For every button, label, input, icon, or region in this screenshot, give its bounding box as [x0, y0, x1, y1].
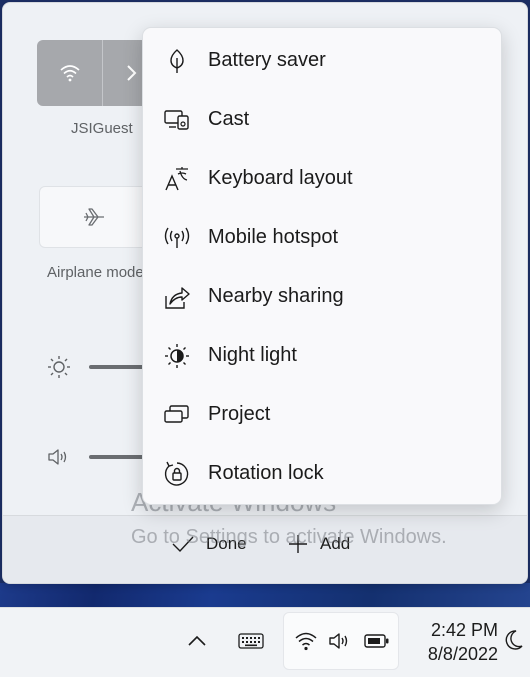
hotspot-icon [164, 225, 190, 251]
airplane-mode-label: Airplane mode [47, 264, 144, 281]
focus-assist-button[interactable] [502, 626, 526, 654]
done-button[interactable]: Done [172, 524, 247, 564]
chevron-up-icon [188, 635, 206, 646]
show-hidden-icons-button[interactable] [184, 628, 210, 654]
cast-icon [164, 107, 190, 133]
menu-item-label: Cast [208, 108, 250, 130]
wifi-icon [59, 65, 80, 82]
quick-settings-footer [3, 515, 527, 583]
wifi-toggle[interactable] [37, 40, 103, 106]
menu-item-label: Mobile hotspot [208, 226, 339, 248]
add-label: Add [320, 534, 351, 553]
keyboard-icon [238, 633, 264, 649]
add-button[interactable]: Add [288, 524, 350, 564]
moon-icon [505, 630, 523, 650]
checkmark-icon [172, 536, 194, 553]
clock-date: 8/8/2022 [427, 644, 498, 664]
airplane-icon [84, 208, 104, 226]
taskbar-clock[interactable]: 2:42 PM 8/8/2022 [406, 618, 498, 666]
leaf-icon [164, 48, 190, 74]
menu-item-rotation-lock[interactable]: Rotation lock [143, 444, 501, 503]
keyboard-layout-icon [164, 166, 190, 192]
touch-keyboard-button[interactable] [237, 628, 265, 654]
done-label: Done [206, 534, 247, 553]
add-quick-setting-menu: Battery saver Cast Keyboard layout Mobil… [142, 27, 502, 505]
menu-item-keyboard-layout[interactable]: Keyboard layout [143, 149, 501, 208]
desktop-background [0, 583, 530, 607]
menu-item-label: Nearby sharing [208, 285, 344, 307]
menu-item-label: Keyboard layout [208, 167, 353, 189]
menu-item-label: Battery saver [208, 49, 326, 71]
wifi-network-label: JSIGuest [71, 120, 133, 137]
menu-item-nearby-sharing[interactable]: Nearby sharing [143, 267, 501, 326]
battery-icon [364, 634, 389, 648]
share-icon [164, 284, 190, 310]
speaker-icon [48, 449, 67, 465]
clock-time: 2:42 PM [430, 620, 498, 640]
menu-item-label: Night light [208, 344, 297, 366]
menu-item-label: Project [208, 403, 271, 425]
plus-icon [289, 535, 307, 553]
menu-item-battery-saver[interactable]: Battery saver [143, 31, 501, 90]
project-icon [164, 402, 190, 428]
rotation-lock-icon [164, 461, 190, 487]
menu-item-label: Rotation lock [208, 462, 324, 484]
airplane-mode-tile[interactable] [39, 186, 159, 248]
brightness-icon [48, 356, 70, 378]
menu-item-project[interactable]: Project [143, 385, 501, 444]
chevron-right-icon [127, 65, 137, 81]
menu-item-night-light[interactable]: Night light [143, 326, 501, 385]
system-tray-quick-settings-button[interactable] [283, 612, 399, 670]
menu-item-cast[interactable]: Cast [143, 90, 501, 149]
menu-item-mobile-hotspot[interactable]: Mobile hotspot [143, 208, 501, 267]
night-light-icon [164, 343, 190, 369]
speaker-icon [329, 633, 348, 649]
wifi-icon [295, 632, 317, 651]
